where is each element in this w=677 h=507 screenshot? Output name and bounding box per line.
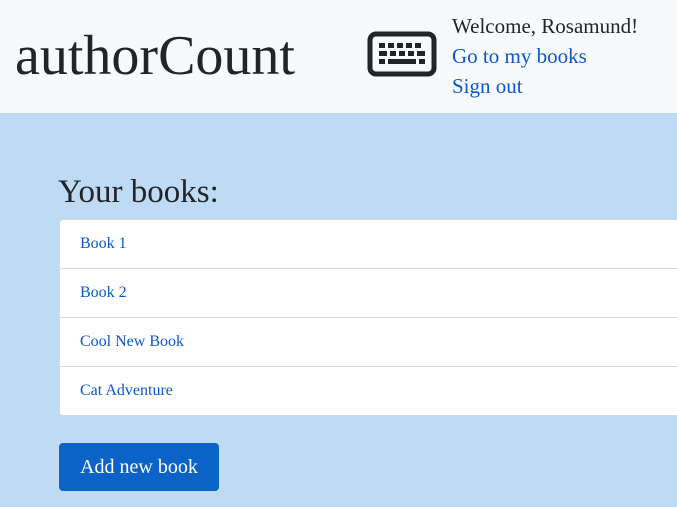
book-list-item[interactable]: Cool New Book [59, 317, 677, 366]
page-title: Your books: [58, 174, 219, 210]
add-new-book-button[interactable]: Add new book [59, 443, 219, 491]
brand-logo-text[interactable]: authorCount [15, 24, 295, 88]
book-list-item[interactable]: Book 1 [59, 219, 677, 268]
welcome-text: Welcome, Rosamund! [452, 14, 639, 38]
sign-out-link[interactable]: Sign out [452, 71, 638, 101]
book-list-item[interactable]: Book 2 [59, 268, 677, 317]
book-list: Book 1 Book 2 Cool New Book Cat Adventur… [59, 219, 677, 416]
keyboard-icon [367, 31, 437, 77]
user-menu: Welcome, Rosamund! Go to my books Sign o… [452, 11, 638, 101]
go-to-my-books-link[interactable]: Go to my books [452, 41, 638, 71]
book-list-item[interactable]: Cat Adventure [59, 366, 677, 416]
header-bar: authorCount Welcome, Rosamund! Go to my … [0, 0, 677, 113]
